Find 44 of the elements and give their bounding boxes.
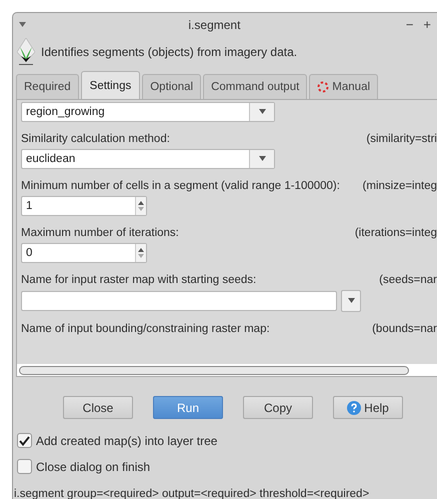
spin-field[interactable]: 0 [21,242,147,263]
tab[interactable]: Command output [203,74,308,99]
dropdown-arrow-icon [348,298,354,304]
spin-field[interactable]: 1 [21,196,147,216]
checkbox-label: Close dialog on finish [36,460,150,474]
dropdown-arrow-button[interactable] [249,150,274,168]
dialog-button[interactable]: Help [333,396,403,419]
dropdown-arrow-icon [258,156,266,162]
dropdown-field[interactable]: euclidean [21,148,275,169]
dialog-button[interactable]: Copy [243,396,313,419]
dropdown-arrow-button[interactable] [341,290,361,312]
checkbox[interactable] [17,433,32,448]
tab[interactable]: Manual [309,74,378,99]
dropdown-field[interactable]: region_growing [21,102,275,122]
dropdown-arrow-button[interactable] [249,102,274,121]
parameter-hint: (bounds=nar [372,322,437,335]
parameter-label: Name of input bounding/constraining raster map: [21,322,270,335]
tab[interactable]: Required [16,74,79,99]
parameter-hint: (seeds=nar [379,274,437,286]
spin-arrows-icon[interactable] [135,244,146,262]
parameter-hint: (minsize=integ [362,180,437,192]
dialog-button[interactable]: Close [63,396,133,419]
grass-logo-icon [17,38,35,66]
parameter-hint: (iterations=integ [354,226,437,239]
window-control[interactable]: − [406,17,414,32]
parameter-label: Similarity calculation method: [21,132,170,145]
help-icon [347,400,362,414]
window-menu-icon[interactable] [19,22,26,28]
description-text: Identifies segments (objects) from imagery data. [41,44,298,59]
input-field[interactable] [21,290,337,311]
parameter-label: Name for input raster map with starting seeds: [21,274,256,286]
tab[interactable]: Settings [80,70,140,99]
window-title: i.segment [187,18,242,32]
window-control[interactable]: + [423,17,431,32]
lifebuoy-icon [317,80,330,93]
spin-arrows-icon[interactable] [135,196,146,215]
parameter-hint: (similarity=stri [366,132,437,145]
checkbox-label: Add created map(s) into layer tree [36,434,218,448]
parameter-label: Minimum number of cells in a segment (valid range 1-100000): [21,180,340,192]
dropdown-arrow-icon [258,109,266,114]
horizontal-scrollbar[interactable] [17,364,437,376]
checkbox[interactable] [17,459,32,474]
tab[interactable]: Optional [142,74,202,99]
parameter-label: Maximum number of iterations: [21,226,179,239]
